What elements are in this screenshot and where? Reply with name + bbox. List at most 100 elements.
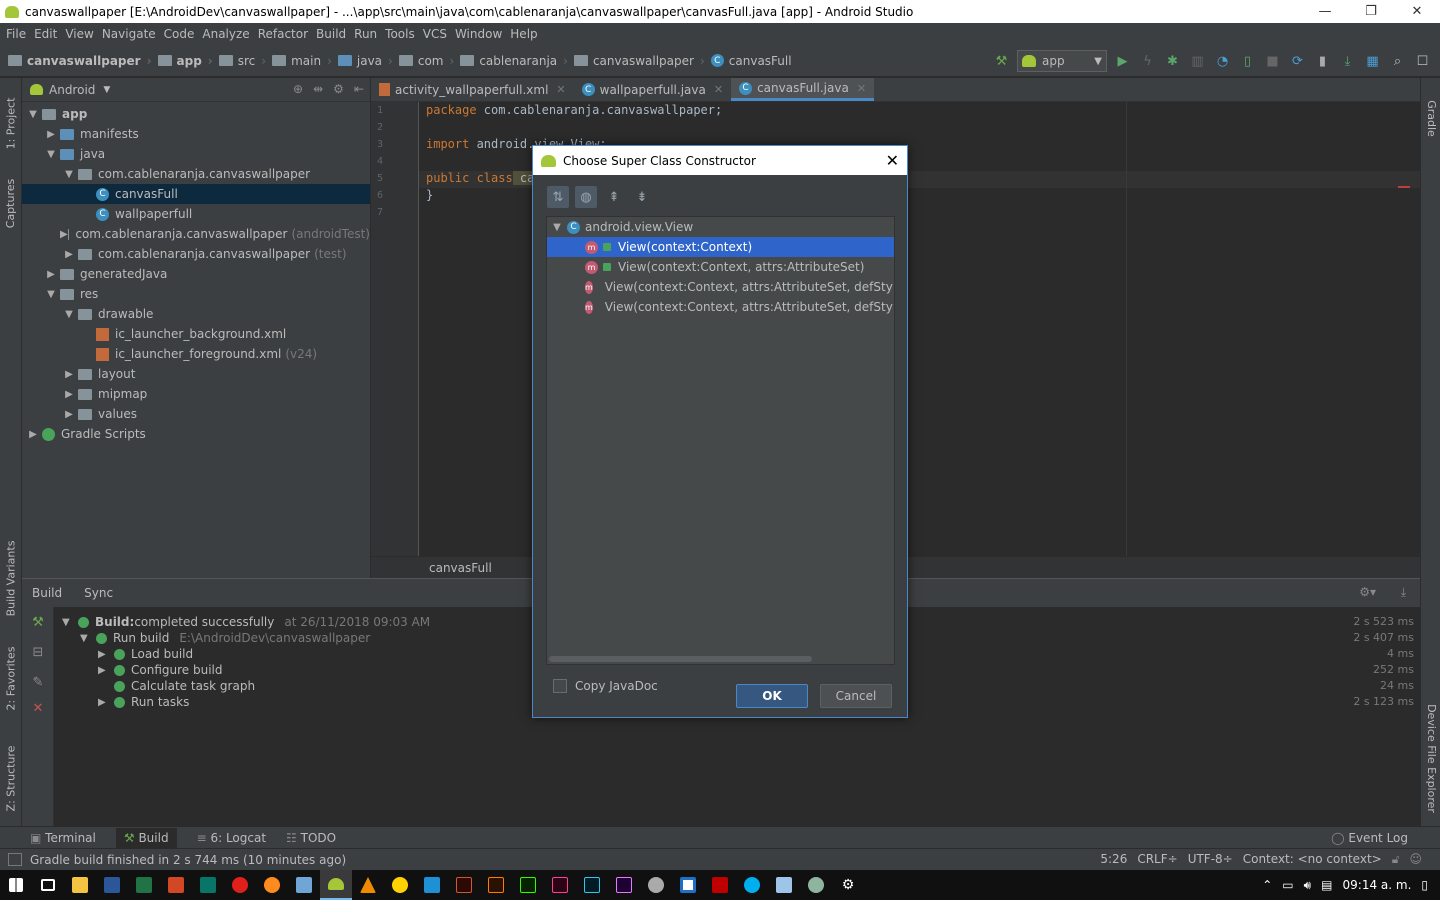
hector-icon[interactable]: ☺ xyxy=(1409,852,1422,867)
breadcrumb-com[interactable]: com › xyxy=(398,54,454,68)
taskbar-dreamweaver[interactable] xyxy=(512,870,544,900)
taskbar-publisher[interactable] xyxy=(192,870,224,900)
attach-debugger-icon[interactable]: ▯ xyxy=(1238,52,1257,71)
menu-view[interactable]: View xyxy=(61,27,97,41)
menu-window[interactable]: Window xyxy=(451,27,506,41)
tab-captures[interactable]: Captures xyxy=(0,168,22,238)
tab-favorites[interactable]: 2: Favorites xyxy=(0,638,22,718)
tree-item[interactable]: ▶ values xyxy=(22,404,370,424)
tree-item[interactable]: ic_launcher_foreground.xml (v24) xyxy=(22,344,370,364)
locate-icon[interactable]: ⊕ xyxy=(293,82,303,96)
maximize-button[interactable]: ❐ xyxy=(1348,0,1394,23)
taskbar-firefox[interactable] xyxy=(256,870,288,900)
build-row[interactable]: ▶ Load build xyxy=(98,646,193,662)
taskbar-powerpoint[interactable] xyxy=(160,870,192,900)
search-icon[interactable]: ⌕ xyxy=(1388,52,1407,71)
menu-file[interactable]: File xyxy=(2,27,30,41)
show-inherited-icon[interactable]: ◍ xyxy=(575,186,597,208)
tree-item[interactable]: ▶ Gradle Scripts xyxy=(22,424,370,444)
breadcrumb-project[interactable]: canvaswallpaper › xyxy=(8,54,152,68)
chevron-right-icon[interactable]: ▶ xyxy=(60,229,68,240)
breadcrumb-app[interactable]: app › xyxy=(157,54,213,68)
menu-tools[interactable]: Tools xyxy=(381,27,419,41)
tree-item[interactable]: ▶ com.cablenaranja.canvaswallpaper (test) xyxy=(22,244,370,264)
taskbar-steam[interactable] xyxy=(640,870,672,900)
file-encoding[interactable]: UTF-8÷ xyxy=(1188,852,1233,867)
build-row[interactable]: ▶ Run tasks xyxy=(98,694,189,710)
taskbar-settings[interactable]: ⚙ xyxy=(832,870,864,900)
network-icon[interactable]: ▭ xyxy=(1282,878,1293,892)
taskbar-premiere[interactable] xyxy=(608,870,640,900)
taskbar-animate[interactable] xyxy=(448,870,480,900)
taskbar-avd[interactable] xyxy=(800,870,832,900)
breadcrumb-main[interactable]: main › xyxy=(272,54,332,68)
coverage-icon[interactable]: ▥ xyxy=(1188,52,1207,71)
debug-icon[interactable]: ✱ xyxy=(1163,52,1182,71)
task-view-button[interactable] xyxy=(32,870,64,900)
error-stripe-marker[interactable] xyxy=(1398,186,1410,188)
sort-alphabetically-icon[interactable]: ⇅ xyxy=(547,186,569,208)
breadcrumb-cablenaranja[interactable]: cablenaranja › xyxy=(460,54,568,68)
menu-vcs[interactable]: VCS xyxy=(419,27,451,41)
checkbox-box[interactable] xyxy=(553,679,567,693)
notifications-icon[interactable]: ▯ xyxy=(1421,878,1428,892)
hide-panel-icon[interactable]: ⇤ xyxy=(354,82,364,96)
tab-sync[interactable]: Sync xyxy=(84,586,113,600)
close-window-button[interactable]: ✕ xyxy=(1394,0,1440,23)
gear-icon[interactable]: ⚙▾ xyxy=(1359,585,1376,599)
breadcrumb-canvasfull[interactable]: CcanvasFull xyxy=(710,54,792,68)
taskbar-app-blue[interactable] xyxy=(416,870,448,900)
menu-code[interactable]: Code xyxy=(160,27,199,41)
collapse-all-icon[interactable]: ⇟ xyxy=(631,186,653,208)
breadcrumb-canvaswallpaper[interactable]: canvaswallpaper › xyxy=(573,54,705,68)
build-row[interactable]: ▼ Build: completed successfully at 26/11/2… xyxy=(62,614,430,630)
tree-item[interactable]: ▼ com.cablenaranja.canvaswallpaper xyxy=(22,164,370,184)
tab-build[interactable]: Build xyxy=(32,586,62,600)
tab-project[interactable]: 1: Project xyxy=(0,88,22,158)
build-row[interactable]: Calculate task graph xyxy=(98,678,255,694)
chevron-down-icon[interactable]: ▼ xyxy=(80,633,94,644)
menu-analyze[interactable]: Analyze xyxy=(198,27,253,41)
taskbar-notepad[interactable] xyxy=(768,870,800,900)
stop-icon[interactable]: ■ xyxy=(1263,52,1282,71)
constructor-item[interactable]: m View(context:Context, attrs:AttributeSe… xyxy=(547,297,894,317)
taskbar-word[interactable] xyxy=(96,870,128,900)
tree-item[interactable]: ▶ manifests xyxy=(22,124,370,144)
taskbar-explorer[interactable] xyxy=(64,870,96,900)
hide-panel-icon[interactable]: ⤓ xyxy=(1401,585,1406,600)
minimize-button[interactable]: — xyxy=(1302,0,1348,23)
cancel-button[interactable]: Cancel xyxy=(820,684,892,708)
list-item-parent-class[interactable]: ▼ C android.view.View xyxy=(547,217,894,237)
tab-structure[interactable]: Z: Structure xyxy=(0,738,22,818)
project-structure-icon[interactable]: ▦ xyxy=(1363,52,1382,71)
tab-todo[interactable]: ☷ TODO xyxy=(286,831,336,845)
tree-item[interactable]: ic_launcher_background.xml xyxy=(22,324,370,344)
tree-item[interactable]: ▼ app xyxy=(22,104,370,124)
taskbar-skype[interactable] xyxy=(736,870,768,900)
pin-icon[interactable]: ✎ xyxy=(31,675,45,690)
close-icon[interactable]: ✕ xyxy=(857,82,866,95)
close-icon[interactable]: ✕ xyxy=(31,701,45,716)
menu-build[interactable]: Build xyxy=(312,27,350,41)
chevron-down-icon[interactable]: ▼ xyxy=(547,222,567,233)
chevron-right-icon[interactable]: ▶ xyxy=(98,697,112,708)
chevron-right-icon[interactable]: ▶ xyxy=(98,649,112,660)
user-icon[interactable]: ☐ xyxy=(1413,52,1432,71)
chevron-down-icon[interactable]: ▼ xyxy=(60,169,78,180)
avd-manager-icon[interactable]: ▮ xyxy=(1313,52,1332,71)
keyboard-icon[interactable]: ▤ xyxy=(1321,878,1332,892)
tree-item[interactable]: ▶ mipmap xyxy=(22,384,370,404)
chevron-down-icon[interactable]: ▼ xyxy=(42,289,60,300)
run-configuration-select[interactable]: app ▼ xyxy=(1017,50,1107,72)
taskbar-illustrator[interactable] xyxy=(480,870,512,900)
volume-icon[interactable]: 🔊︎ xyxy=(1304,878,1312,893)
taskbar-virtualbox[interactable] xyxy=(288,870,320,900)
taskbar-indesign[interactable] xyxy=(544,870,576,900)
close-icon[interactable]: ✕ xyxy=(714,83,723,96)
chevron-down-icon[interactable]: ▼ xyxy=(60,309,78,320)
profile-icon[interactable]: ◔ xyxy=(1213,52,1232,71)
tree-item[interactable]: ▼ res xyxy=(22,284,370,304)
chevron-right-icon[interactable]: ▶ xyxy=(98,665,112,676)
chevron-up-icon[interactable]: ⌃ xyxy=(1262,878,1272,892)
close-icon[interactable]: ✕ xyxy=(556,83,565,96)
